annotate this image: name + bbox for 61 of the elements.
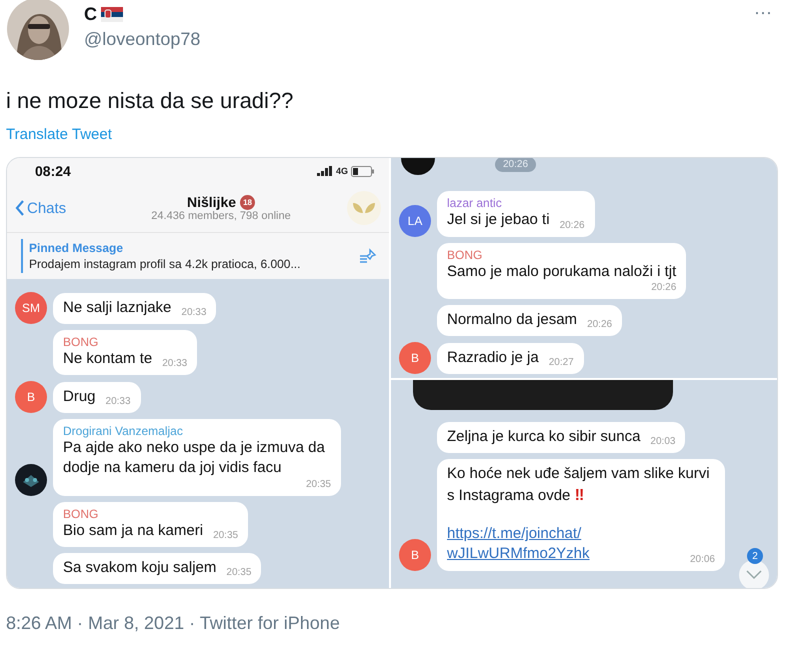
scroll-down-button[interactable] — [739, 560, 769, 588]
flag-icon — [101, 7, 123, 22]
user-avatar: SM — [15, 292, 47, 324]
invite-link[interactable]: https://t.me/joinchat/ wJILwURMfmo2Yzhk — [447, 524, 590, 565]
message-time: 20:27 — [548, 357, 574, 368]
sender-name: BONG — [63, 334, 100, 349]
message-time: 20:35 — [306, 478, 331, 490]
message-text: Ko hoće nek uđe šaljem vam slike kurvi s Instagrama ovde ‼ — [447, 464, 711, 506]
chevron-down-icon — [746, 570, 762, 580]
date-chip: 20:26 — [495, 158, 536, 172]
user-avatar: B — [399, 538, 431, 571]
avatar-fragment — [401, 158, 435, 176]
chevron-left-icon — [15, 200, 25, 216]
sender-name: lazar antic — [447, 196, 503, 210]
member-count: 24.436 members, 798 online — [151, 210, 291, 222]
message-time: 20:03 — [650, 436, 676, 448]
message-text: Samo je malo porukama naloži i tjt — [447, 262, 676, 282]
message-text: Drug — [63, 386, 96, 407]
message-text: Normalno da jesam — [447, 310, 578, 330]
more-options-button[interactable]: ··· — [754, 2, 772, 23]
message-text: Ne salji laznjake — [63, 298, 172, 318]
translate-link[interactable]: Translate Tweet — [6, 126, 112, 143]
battery-icon — [351, 166, 375, 176]
chat-title: Nišlijke — [186, 194, 236, 210]
message-text: Zeljna je kurca ko sibir sunca — [447, 427, 640, 447]
user-avatar: B — [399, 342, 431, 374]
pinned-text: Prodajem instagram profil sa 4.2k pratioca, 6.000... — [29, 257, 302, 271]
display-name[interactable]: C — [84, 4, 97, 25]
status-time: 08:24 — [35, 163, 71, 179]
message-time: 20:26 — [560, 220, 585, 230]
message-text: Bio sam ja na kameri — [63, 520, 204, 540]
pinned-message-bar[interactable]: Pinned Message Prodajem instagram profil sa 4.2k pratioca, 6.000... — [7, 232, 389, 279]
message-text: Ne kontam te — [63, 348, 152, 369]
back-button[interactable]: Chats — [15, 200, 95, 216]
message-time: 20:06 — [690, 554, 715, 565]
message-time: 20:35 — [226, 567, 252, 578]
message-time: 20:26 — [651, 282, 676, 293]
message-time: 20:33 — [181, 306, 206, 318]
tweet-text: i ne moze nista da se uradi?? — [6, 88, 294, 114]
message-time: 20:26 — [587, 319, 612, 330]
message-text: Razradio je ja — [447, 348, 539, 368]
signal-icon — [316, 166, 333, 176]
pin-list-icon[interactable] — [359, 248, 377, 264]
unread-count: 2 — [747, 548, 763, 564]
message-time: 20:33 — [106, 396, 131, 407]
message-text: Sa svakom koju saljem — [63, 558, 216, 578]
message-text: Pa ajde ako neko uspe da je izmuva da dodje na kameru da joj vidis facu — [63, 438, 326, 478]
network-label: 4G — [336, 166, 348, 176]
sender-name: BONG — [63, 506, 100, 520]
group-avatar[interactable] — [347, 191, 381, 225]
sender-name: BONG — [447, 248, 484, 262]
tweet-meta: 8:26 AM · Mar 8, 2021 · Twitter for iPhone — [6, 613, 341, 634]
age-badge: 18 — [240, 194, 256, 210]
user-avatar: B — [15, 381, 47, 413]
message-time: 20:35 — [213, 530, 238, 541]
sender-name: Drogirani Vanzemaljac — [63, 424, 184, 438]
user-handle[interactable]: @loveontop78 — [84, 29, 740, 50]
message-time: 20:33 — [162, 358, 188, 369]
message-text: Jel si je jebao ti — [447, 210, 550, 230]
pinned-label: Pinned Message — [29, 241, 124, 255]
user-avatar: LA — [399, 204, 431, 236]
